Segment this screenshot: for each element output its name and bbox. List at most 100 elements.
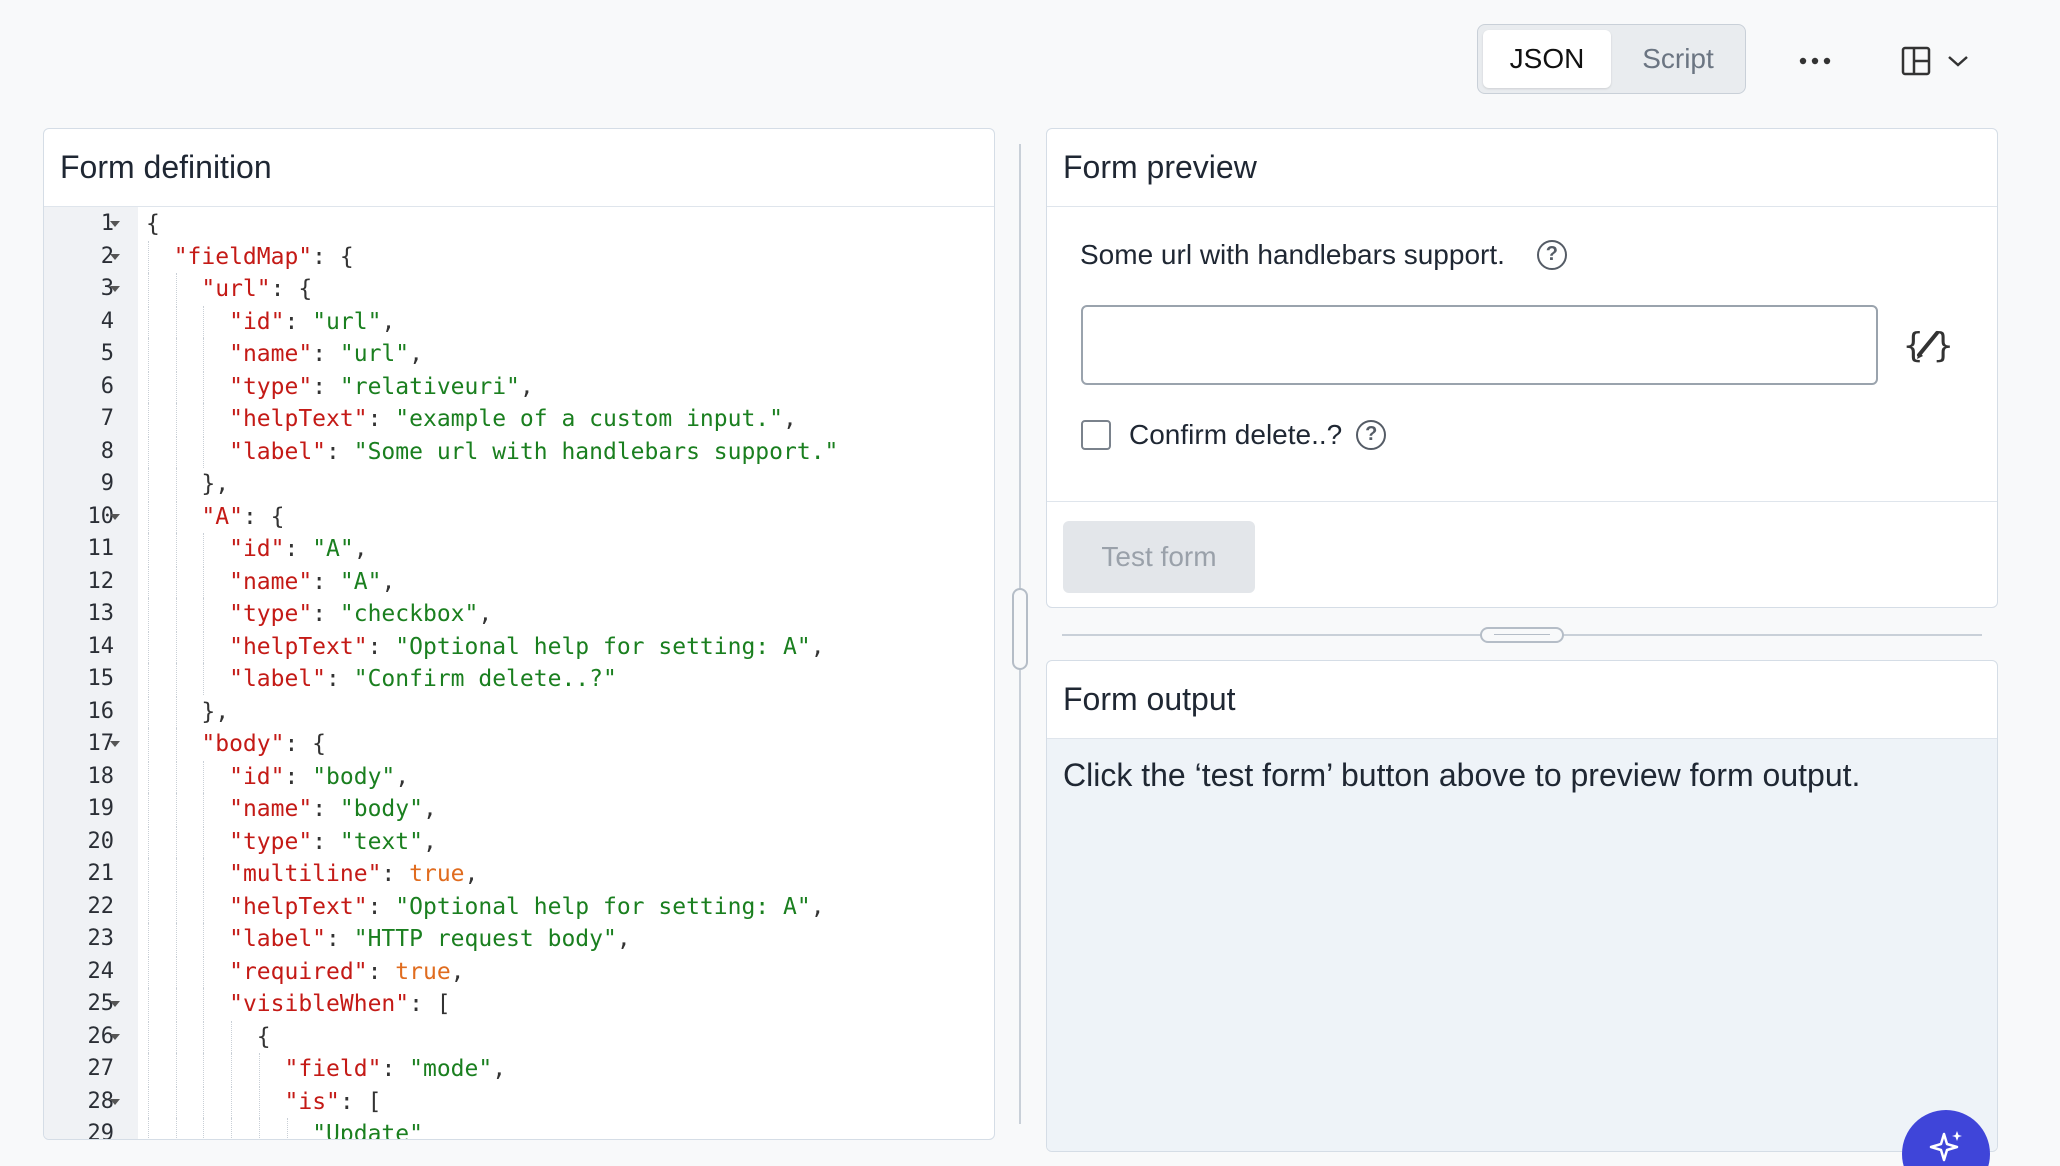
indent-guide: [175, 533, 177, 565]
indent-guide: [175, 403, 177, 435]
code-token: ,: [810, 633, 825, 660]
code-token: ,: [810, 893, 825, 920]
code-text: "label": "HTTP request body",: [229, 923, 631, 955]
code-token: "Update": [312, 1121, 423, 1139]
indent-guide: [148, 403, 149, 435]
horizontal-splitter-handle[interactable]: [1480, 627, 1564, 643]
code-line: 26 {: [88, 1020, 994, 1053]
indent-guide: [148, 988, 149, 1020]
indent-guide: [148, 1020, 149, 1053]
indent-guide: [175, 468, 177, 500]
code-text: "type": "relativeuri",: [229, 371, 534, 403]
help-circle-icon[interactable]: ?: [1356, 420, 1387, 450]
editor-mode-toggle: JSON Script: [1477, 24, 1746, 94]
code-token: "label": [229, 666, 327, 692]
url-input[interactable]: [1081, 305, 1878, 385]
line-number: 5: [100, 341, 114, 366]
indent-guide: [203, 565, 205, 598]
indent-guide: [175, 273, 177, 305]
fold-toggle-icon[interactable]: [110, 1001, 120, 1007]
code-line: 27 "field": "mode",: [88, 1053, 994, 1085]
code-line: 20 "type": "text",: [88, 825, 994, 858]
indent-guide: [175, 435, 177, 468]
code-token: :: [312, 828, 340, 855]
line-number: 20: [87, 828, 115, 854]
code-text: "label": "Confirm delete..?": [229, 663, 617, 695]
indent-guide: [203, 858, 205, 890]
chevron-down-icon: [1948, 56, 1968, 67]
code-line: 13 "type": "checkbox",: [88, 598, 994, 630]
help-circle-icon[interactable]: ?: [1536, 240, 1567, 270]
fold-toggle-icon[interactable]: [110, 1098, 120, 1105]
indent-guide: [203, 533, 205, 565]
code-token: :: [312, 601, 340, 627]
code-line: 25 "visibleWhen": [: [88, 988, 994, 1020]
code-line: 2 "fieldMap": {: [101, 240, 994, 273]
layout-menu-button[interactable]: [1900, 36, 1990, 86]
fold-toggle-icon[interactable]: [110, 741, 120, 747]
tab-json[interactable]: JSON: [1483, 30, 1611, 88]
indent-guide: [175, 793, 177, 825]
indent-guide: [148, 825, 149, 858]
more-options-button[interactable]: [1790, 36, 1840, 86]
code-token: "relativeuri": [339, 373, 520, 400]
code-token: "id": [229, 763, 285, 790]
fold-toggle-icon[interactable]: [110, 221, 120, 227]
vertical-splitter-handle[interactable]: [1012, 588, 1028, 670]
fold-toggle-icon[interactable]: [110, 253, 120, 260]
indent-guide: [148, 533, 149, 565]
tab-script[interactable]: Script: [1614, 30, 1742, 88]
indent-guide: [258, 1118, 260, 1139]
fold-toggle-icon[interactable]: [110, 1033, 120, 1040]
code-token: "body": [339, 796, 423, 822]
indent-guide: [203, 1085, 205, 1118]
code-token: "name": [229, 341, 313, 367]
indent-guide: [175, 858, 177, 890]
code-line: 23 "label": "HTTP request body",: [88, 923, 994, 955]
line-number: 16: [87, 698, 115, 724]
indent-guide: [203, 793, 205, 825]
json-code-editor[interactable]: 1{2 "fieldMap": {3 "url": {4 "id": "url", 5 "…: [44, 207, 994, 1139]
indent-guide: [148, 923, 149, 955]
code-token: "name": [229, 796, 313, 822]
code-text: "name": "url",: [229, 338, 423, 370]
code-text: "field": "mode",: [285, 1053, 507, 1085]
fold-toggle-icon[interactable]: [110, 286, 120, 292]
code-token: true: [395, 958, 451, 985]
indent-guide: [175, 890, 177, 923]
code-token: :: [367, 958, 396, 985]
code-token: : [: [409, 991, 451, 1017]
line-number: 17: [87, 731, 115, 756]
indent-guide: [148, 305, 149, 338]
code-token: "required": [229, 958, 368, 985]
url-field-label-row: Some url with handlebars support. ?: [1080, 239, 1567, 271]
code-token: "checkbox": [339, 601, 479, 627]
indent-guide: [203, 923, 205, 955]
code-line: 19 "name": "body",: [88, 793, 994, 825]
code-text: },: [201, 696, 229, 728]
indent-guide: [231, 1053, 233, 1085]
code-token: :: [381, 861, 410, 887]
code-line: 17 "body": {: [88, 728, 994, 760]
indent-guide: [203, 598, 205, 630]
indent-guide: [148, 663, 149, 695]
code-text: "id": "A",: [229, 533, 368, 565]
code-line: 15 "label": "Confirm delete..?": [88, 663, 994, 695]
code-text: "name": "A",: [229, 566, 395, 598]
test-form-button[interactable]: Test form: [1063, 521, 1255, 593]
indent-guide: [148, 890, 149, 923]
indent-guide: [203, 760, 205, 793]
code-token: ,: [616, 926, 631, 952]
code-token: :: [312, 373, 340, 400]
line-number: 3: [100, 276, 114, 301]
code-content[interactable]: 1{2 "fieldMap": {3 "url": {4 "id": "url", 5 "…: [88, 207, 994, 1139]
indent-guide: [203, 955, 205, 988]
fold-toggle-icon[interactable]: [110, 513, 120, 520]
code-line: 10 "A": {: [88, 500, 994, 533]
confirm-delete-checkbox[interactable]: [1081, 420, 1111, 450]
url-field-label: Some url with handlebars support.: [1080, 239, 1505, 270]
indent-guide: [175, 500, 177, 533]
code-token: "A": [312, 536, 354, 562]
line-number: 4: [100, 308, 114, 334]
handlebars-edit-icon[interactable]: { }: [1903, 323, 1953, 367]
